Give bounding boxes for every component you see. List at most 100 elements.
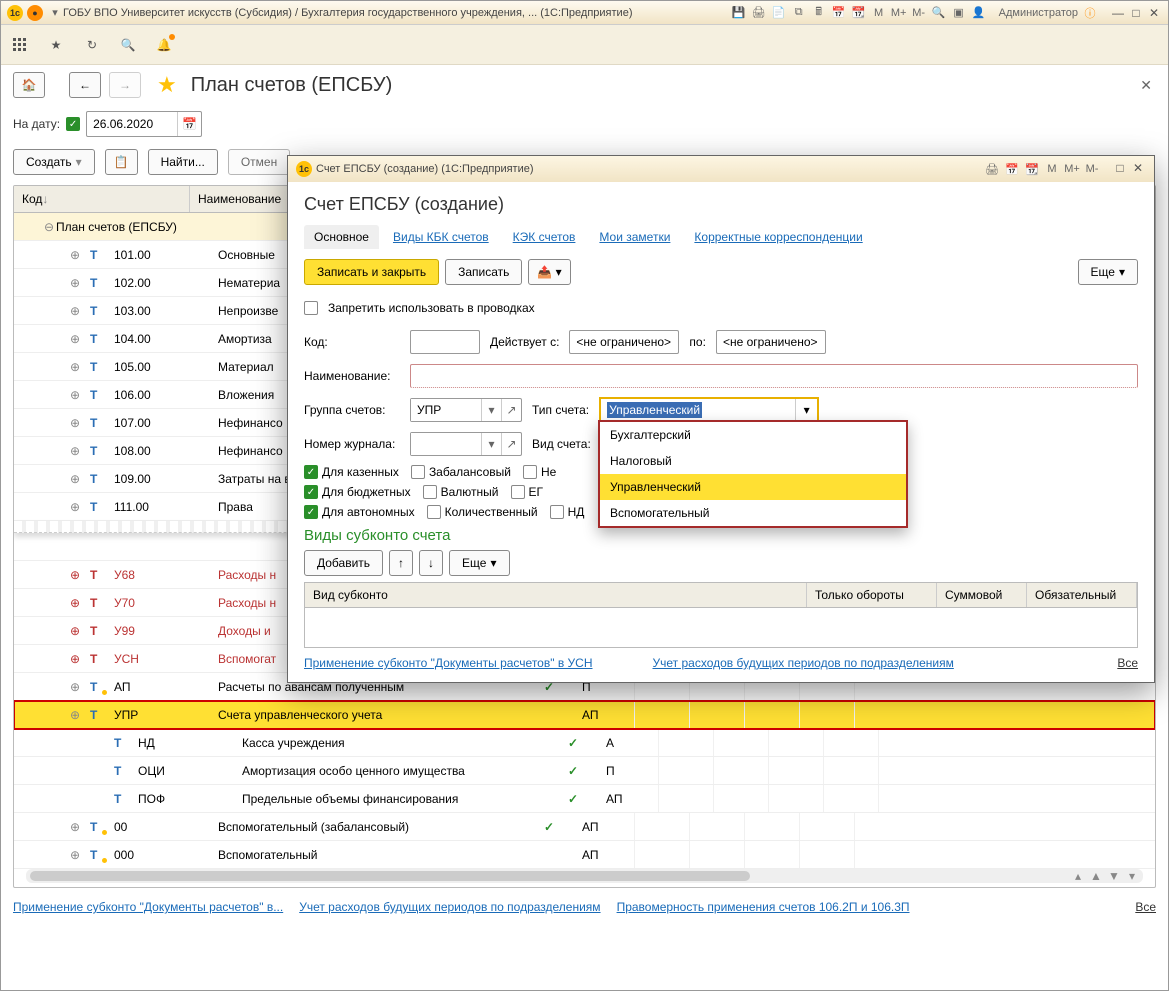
- scroll-up-icon[interactable]: ▲: [1089, 869, 1103, 883]
- footer-link-3[interactable]: Правомерность применения счетов 106.2П и…: [617, 900, 910, 914]
- save-and-close-button[interactable]: Записать и закрыть: [304, 259, 439, 285]
- code-input[interactable]: [410, 330, 480, 354]
- table-row[interactable]: TНДКасса учреждения✓А: [14, 729, 1155, 757]
- favorite-star-icon[interactable]: ★: [157, 72, 177, 98]
- tab-main[interactable]: Основное: [304, 225, 379, 249]
- check-currency[interactable]: [423, 485, 437, 499]
- expand-icon[interactable]: ⊕: [70, 652, 82, 666]
- footer-all-link[interactable]: Все: [1135, 900, 1156, 914]
- horizontal-scrollbar[interactable]: ▴ ▲ ▼ ▾: [26, 869, 1143, 883]
- help-icon[interactable]: ▣: [951, 5, 967, 21]
- footer-link-1[interactable]: Применение субконто "Документы расчетов"…: [13, 900, 283, 914]
- check-ne[interactable]: [523, 465, 537, 479]
- scroll-down-icon[interactable]: ▼: [1107, 869, 1121, 883]
- table-row[interactable]: ⊕T00Вспомогательный (забалансовый)✓АП: [14, 813, 1155, 841]
- check-quantity[interactable]: [427, 505, 441, 519]
- expand-icon[interactable]: ⊕: [70, 820, 82, 834]
- find-button[interactable]: Найти...: [148, 149, 218, 175]
- expand-icon[interactable]: ⊕: [70, 248, 82, 262]
- name-input[interactable]: [410, 364, 1138, 388]
- modal-m-icon[interactable]: M: [1044, 161, 1060, 177]
- table-row[interactable]: TОЦИАмортизация особо ценного имущества✓…: [14, 757, 1155, 785]
- export-button[interactable]: 📤 ▾: [528, 259, 570, 285]
- date-picker-button[interactable]: 📅: [177, 112, 201, 136]
- modal-date-icon[interactable]: 📆: [1024, 161, 1040, 177]
- maximize-button[interactable]: □: [1128, 6, 1144, 20]
- col-required[interactable]: Обязательный: [1027, 583, 1137, 607]
- modal-link-2[interactable]: Учет расходов будущих периодов по подраз…: [653, 656, 954, 670]
- check-autonomous[interactable]: [304, 505, 318, 519]
- copy-button[interactable]: 📋: [105, 149, 138, 175]
- expand-icon[interactable]: ⊕: [70, 596, 82, 610]
- expand-icon[interactable]: ⊕: [70, 388, 82, 402]
- tab-kek[interactable]: КЭК счетов: [503, 225, 586, 249]
- expand-icon[interactable]: ⊕: [70, 708, 82, 722]
- expand-icon[interactable]: ⊕: [70, 680, 82, 694]
- table-row-selected[interactable]: ⊕TУПРСчета управленческого учетаАП: [14, 701, 1155, 729]
- type-option-bookkeeping[interactable]: Бухгалтерский: [600, 422, 906, 448]
- group-dropdown-icon[interactable]: ▾: [481, 399, 501, 421]
- subkonto-more-button[interactable]: Еще ▾: [449, 550, 509, 576]
- calendar-icon[interactable]: 📅: [831, 5, 847, 21]
- group-open-icon[interactable]: ↗: [501, 399, 521, 421]
- tab-kbk[interactable]: Виды КБК счетов: [383, 225, 499, 249]
- back-button[interactable]: ←: [69, 72, 101, 98]
- type-option-management[interactable]: Управленческий: [600, 474, 906, 500]
- col-subkonto-kind[interactable]: Вид субконто: [305, 583, 807, 607]
- scroll-top-icon[interactable]: ▴: [1071, 869, 1085, 883]
- close-button[interactable]: ✕: [1146, 6, 1162, 20]
- save-icon[interactable]: 💾: [731, 5, 747, 21]
- forward-button[interactable]: →: [109, 72, 141, 98]
- expand-icon[interactable]: ⊕: [70, 304, 82, 318]
- tab-correspond[interactable]: Корректные корреспонденции: [684, 225, 872, 249]
- history-icon[interactable]: ↻: [83, 36, 101, 54]
- zoom-icon[interactable]: 🔍: [931, 5, 947, 21]
- table-row[interactable]: TПОФПредельные объемы финансирования✓АП: [14, 785, 1155, 813]
- close-page-button[interactable]: ✕: [1136, 73, 1156, 98]
- apps-grid-icon[interactable]: [11, 36, 29, 54]
- type-option-tax[interactable]: Налоговый: [600, 448, 906, 474]
- home-button[interactable]: 🏠: [13, 72, 45, 98]
- save-button[interactable]: Записать: [445, 259, 522, 285]
- journal-dropdown-icon[interactable]: ▾: [481, 433, 501, 455]
- modal-all-link[interactable]: Все: [1117, 656, 1138, 670]
- check-kazennych[interactable]: [304, 465, 318, 479]
- collapse-icon[interactable]: ⊖: [44, 220, 56, 234]
- info-icon[interactable]: ⓘ: [1082, 5, 1098, 21]
- journal-open-icon[interactable]: ↗: [501, 433, 521, 455]
- expand-icon[interactable]: ⊕: [70, 332, 82, 346]
- calc-icon[interactable]: 🖩: [811, 5, 827, 21]
- dropdown-arrow-icon[interactable]: ▾: [47, 5, 63, 21]
- expand-icon[interactable]: ⊕: [70, 360, 82, 374]
- check-nd[interactable]: [550, 505, 564, 519]
- journal-combo[interactable]: ▾ ↗: [410, 432, 522, 456]
- group-combo[interactable]: ▾ ↗: [410, 398, 522, 422]
- expand-icon[interactable]: ⊕: [70, 416, 82, 430]
- modal-close-button[interactable]: ✕: [1130, 161, 1146, 175]
- star-icon[interactable]: ★: [47, 36, 65, 54]
- modal-m-plus-icon[interactable]: M+: [1064, 161, 1080, 177]
- expand-icon[interactable]: ⊕: [70, 500, 82, 514]
- print-icon[interactable]: 🖨: [751, 5, 767, 21]
- move-up-button[interactable]: ↑: [389, 550, 413, 576]
- expand-icon[interactable]: ⊕: [70, 472, 82, 486]
- tab-notes[interactable]: Мои заметки: [589, 225, 680, 249]
- footer-link-2[interactable]: Учет расходов будущих периодов по подраз…: [299, 900, 600, 914]
- col-only-oboroty[interactable]: Только обороты: [807, 583, 937, 607]
- m-minus-icon[interactable]: M-: [911, 5, 927, 21]
- add-subkonto-button[interactable]: Добавить: [304, 550, 383, 576]
- m-plus-icon[interactable]: M+: [891, 5, 907, 21]
- modal-maximize-button[interactable]: □: [1112, 161, 1128, 175]
- more-button[interactable]: Еще ▾: [1078, 259, 1138, 285]
- compare-icon[interactable]: ⧉: [791, 5, 807, 21]
- check-zabalance[interactable]: [411, 465, 425, 479]
- m-icon[interactable]: M: [871, 5, 887, 21]
- modal-print-icon[interactable]: 🖨: [984, 161, 1000, 177]
- valid-from-input[interactable]: [569, 330, 679, 354]
- check-ef[interactable]: [511, 485, 525, 499]
- col-summa[interactable]: Суммовой: [937, 583, 1027, 607]
- create-button[interactable]: Создать ▾: [13, 149, 95, 175]
- expand-icon[interactable]: ⊕: [70, 276, 82, 290]
- check-budget[interactable]: [304, 485, 318, 499]
- modal-link-1[interactable]: Применение субконто "Документы расчетов"…: [304, 656, 593, 670]
